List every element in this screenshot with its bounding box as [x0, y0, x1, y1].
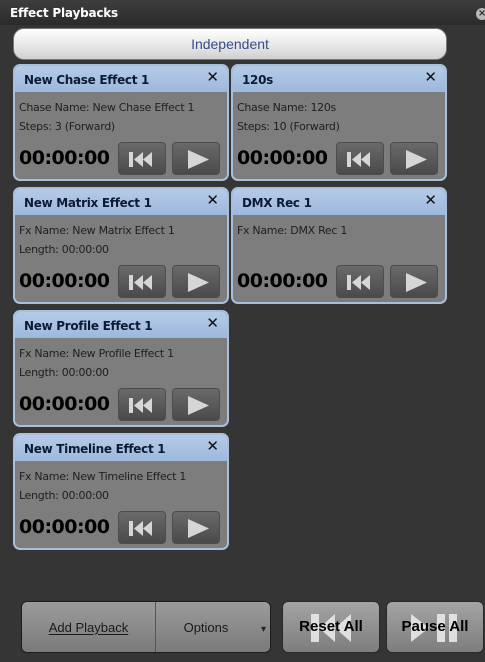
chevron-down-icon: ▾	[260, 624, 266, 635]
options-label: Options	[183, 619, 229, 635]
rewind-button[interactable]	[118, 142, 166, 175]
add-playback-button[interactable]: Add Playback	[22, 602, 156, 652]
rewind-to-start-icon	[129, 152, 152, 167]
rewind-to-start-icon	[129, 521, 152, 536]
card-title: New Timeline Effect 1	[24, 442, 166, 456]
reset-all-label: Reset All	[299, 618, 363, 635]
rewind-to-start-icon	[129, 275, 152, 290]
play-button[interactable]	[390, 142, 438, 175]
independent-mode-button[interactable]: Independent	[13, 28, 447, 60]
rewind-to-start-icon	[347, 152, 370, 167]
card-info-line: Fx Name: New Matrix Effect 1	[19, 224, 175, 237]
play-icon	[188, 396, 209, 415]
card-title: New Profile Effect 1	[24, 319, 153, 333]
rewind-button[interactable]	[118, 388, 166, 421]
play-icon	[406, 150, 427, 169]
card-timer: 00:00:00	[237, 147, 328, 169]
card-info-line: Length: 00:00:00	[19, 489, 109, 502]
play-button[interactable]	[172, 142, 220, 175]
card-info-line: Fx Name: DMX Rec 1	[237, 224, 348, 237]
card-info-line: Chase Name: 120s	[237, 101, 336, 114]
card-title: DMX Rec 1	[242, 196, 312, 210]
effect-card: DMX Rec 1 ✕ Fx Name: DMX Rec 1 00:00:00	[231, 187, 447, 304]
rewind-to-start-icon	[347, 275, 370, 290]
card-info-line: Fx Name: New Profile Effect 1	[19, 347, 174, 360]
play-button[interactable]	[390, 265, 438, 298]
card-header: 120s ✕	[233, 66, 445, 92]
play-icon	[188, 519, 209, 538]
panel-close-icon[interactable]: ×	[476, 8, 485, 20]
effect-card: New Profile Effect 1 ✕ Fx Name: New Prof…	[13, 310, 229, 427]
rewind-to-start-icon	[129, 398, 152, 413]
card-header: New Profile Effect 1 ✕	[15, 312, 227, 338]
play-button[interactable]	[172, 265, 220, 298]
bottom-button-group: Add Playback Options ▾	[21, 601, 271, 653]
effect-card: New Chase Effect 1 ✕ Chase Name: New Cha…	[13, 64, 229, 181]
close-icon[interactable]: ✕	[206, 437, 219, 455]
effect-card: New Matrix Effect 1 ✕ Fx Name: New Matri…	[13, 187, 229, 304]
card-timer: 00:00:00	[19, 393, 110, 415]
close-icon[interactable]: ✕	[424, 68, 437, 86]
options-dropdown[interactable]: Options ▾	[156, 602, 270, 652]
card-header: New Chase Effect 1 ✕	[15, 66, 227, 92]
card-title: 120s	[242, 73, 273, 87]
card-header: New Matrix Effect 1 ✕	[15, 189, 227, 215]
rewind-button[interactable]	[118, 511, 166, 544]
rewind-button[interactable]	[336, 265, 384, 298]
card-timer: 00:00:00	[19, 516, 110, 538]
card-timer: 00:00:00	[237, 270, 328, 292]
panel-titlebar: Effect Playbacks ×	[0, 0, 485, 25]
card-timer: 00:00:00	[19, 270, 110, 292]
card-info-line: Chase Name: New Chase Effect 1	[19, 101, 195, 114]
card-info-line: Length: 00:00:00	[19, 366, 109, 379]
rewind-button[interactable]	[118, 265, 166, 298]
card-info-line: Steps: 10 (Forward)	[237, 120, 340, 133]
pause-all-label: Pause All	[401, 618, 469, 635]
close-icon[interactable]: ✕	[206, 68, 219, 86]
pause-all-button[interactable]: Pause All	[386, 601, 484, 653]
play-button[interactable]	[172, 511, 220, 544]
play-icon	[406, 273, 427, 292]
close-icon[interactable]: ✕	[424, 191, 437, 209]
panel-title: Effect Playbacks	[10, 6, 118, 20]
card-header: DMX Rec 1 ✕	[233, 189, 445, 215]
play-icon	[188, 273, 209, 292]
rewind-button[interactable]	[336, 142, 384, 175]
effect-card: New Timeline Effect 1 ✕ Fx Name: New Tim…	[13, 433, 229, 550]
card-info-line: Length: 00:00:00	[19, 243, 109, 256]
card-title: New Matrix Effect 1	[24, 196, 152, 210]
card-header: New Timeline Effect 1 ✕	[15, 435, 227, 461]
effect-card: 120s ✕ Chase Name: 120s Steps: 10 (Forwa…	[231, 64, 447, 181]
close-icon[interactable]: ✕	[206, 314, 219, 332]
play-icon	[188, 150, 209, 169]
card-info-line: Fx Name: New Timeline Effect 1	[19, 470, 187, 483]
play-button[interactable]	[172, 388, 220, 421]
card-timer: 00:00:00	[19, 147, 110, 169]
card-info-line: Steps: 3 (Forward)	[19, 120, 115, 133]
close-icon[interactable]: ✕	[206, 191, 219, 209]
card-title: New Chase Effect 1	[24, 73, 150, 87]
reset-all-button[interactable]: Reset All	[282, 601, 380, 653]
